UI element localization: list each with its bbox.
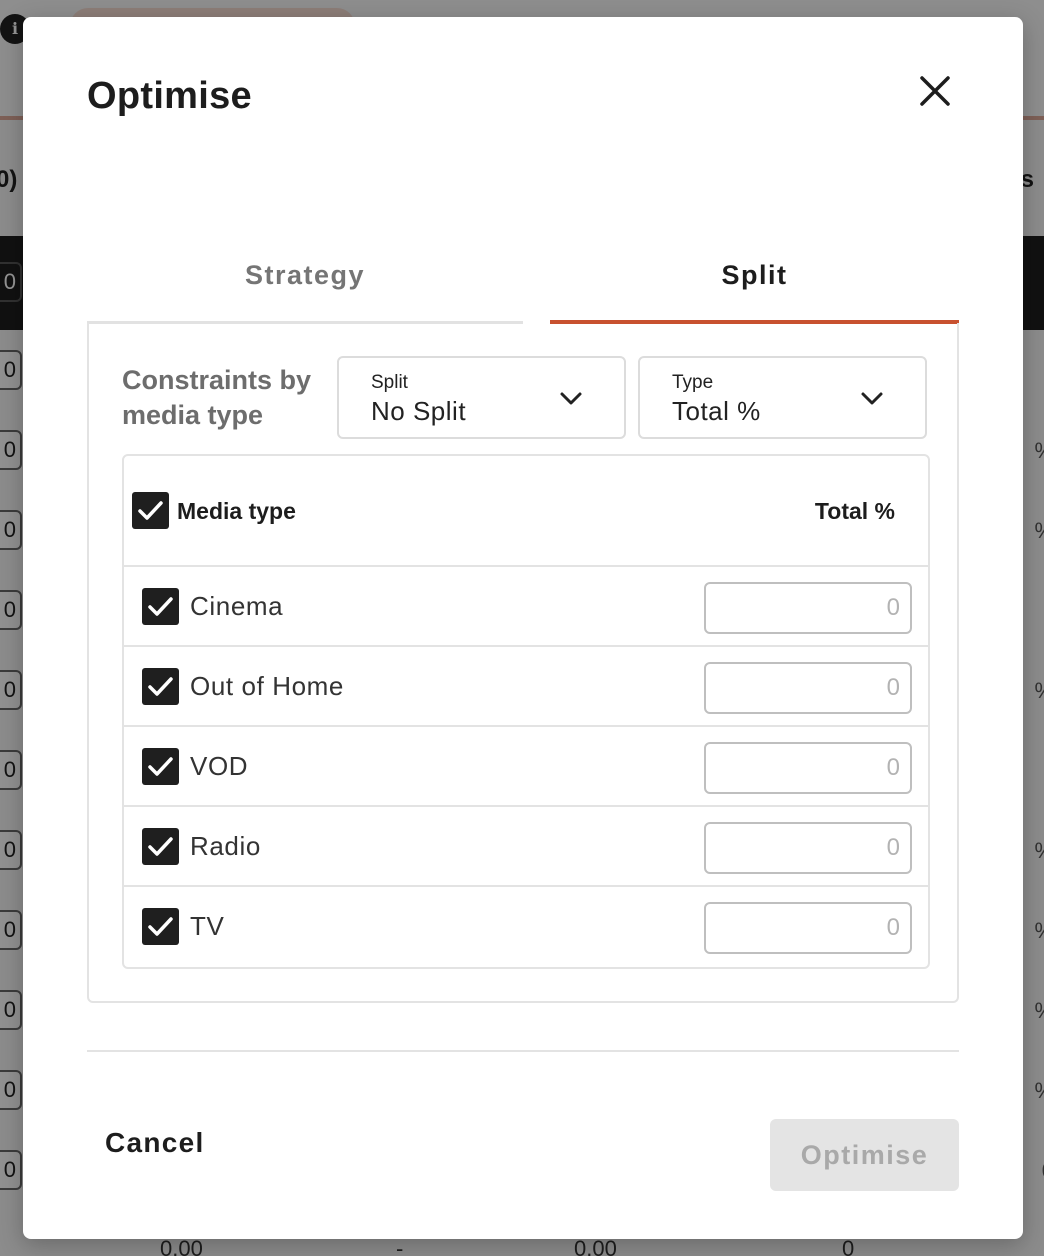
select-all-checkbox[interactable]: [132, 492, 169, 529]
table-row: VOD: [124, 727, 928, 807]
row-checkbox[interactable]: [142, 908, 179, 945]
total-percent-input[interactable]: [704, 582, 912, 634]
chevron-down-icon: [560, 392, 582, 405]
chevron-down-icon: [861, 392, 883, 405]
tab-bar: Strategy Split: [87, 229, 959, 324]
total-percent-input[interactable]: [704, 662, 912, 714]
split-select-label: Split: [371, 372, 408, 393]
dialog-title: Optimise: [87, 75, 252, 117]
row-label: Radio: [190, 831, 261, 861]
row-label: Cinema: [190, 591, 284, 621]
footer-divider: [87, 1050, 959, 1052]
row-label: VOD: [190, 751, 249, 781]
type-select[interactable]: Type Total %: [638, 356, 927, 439]
table-row: Radio: [124, 807, 928, 887]
column-header-media-type: Media type: [177, 498, 296, 524]
table-row: TV: [124, 887, 928, 967]
row-checkbox[interactable]: [142, 588, 179, 625]
media-type-table: Media type Total % Cinema Out of Home: [122, 454, 930, 969]
close-button[interactable]: [911, 67, 959, 115]
split-panel: Constraints by media type Split No Split…: [87, 323, 959, 1003]
checkmark-icon: [148, 917, 173, 936]
row-label: Out of Home: [190, 671, 344, 701]
total-percent-input[interactable]: [704, 822, 912, 874]
type-select-value: Total %: [672, 396, 761, 426]
optimise-dialog: Optimise Strategy Split Constraints by m…: [23, 17, 1023, 1239]
total-percent-input[interactable]: [704, 902, 912, 954]
constraints-label: Constraints by media type: [122, 365, 312, 430]
total-percent-input[interactable]: [704, 742, 912, 794]
tab-strategy[interactable]: Strategy: [87, 229, 523, 324]
checkmark-icon: [148, 677, 173, 696]
checkmark-icon: [148, 597, 173, 616]
tab-split[interactable]: Split: [550, 229, 959, 324]
split-select[interactable]: Split No Split: [337, 356, 626, 439]
close-icon: [920, 76, 950, 106]
optimise-button[interactable]: Optimise: [770, 1119, 959, 1191]
row-checkbox[interactable]: [142, 828, 179, 865]
table-header: Media type Total %: [124, 456, 928, 567]
column-header-total: Total %: [814, 498, 895, 524]
type-select-label: Type: [672, 372, 714, 393]
row-checkbox[interactable]: [142, 748, 179, 785]
row-label: TV: [190, 911, 225, 941]
split-select-value: No Split: [371, 396, 467, 426]
checkmark-icon: [148, 837, 173, 856]
cancel-button[interactable]: Cancel: [105, 1127, 205, 1159]
row-checkbox[interactable]: [142, 668, 179, 705]
checkmark-icon: [138, 501, 163, 520]
table-row: Out of Home: [124, 647, 928, 727]
checkmark-icon: [148, 757, 173, 776]
table-row: Cinema: [124, 567, 928, 647]
